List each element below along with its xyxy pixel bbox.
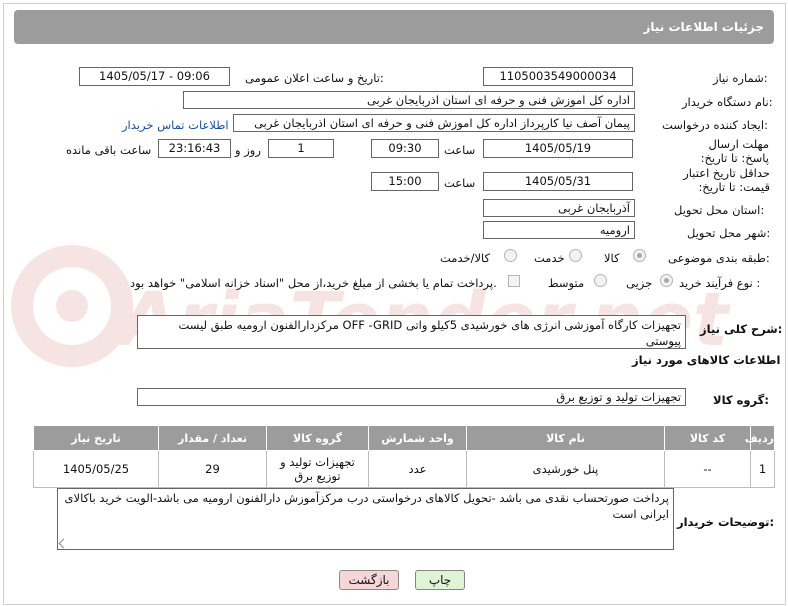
- goods-group-label: گروه کالا:: [713, 393, 769, 407]
- buyer-contact-link[interactable]: اطلاعات تماس خریدار: [122, 118, 229, 132]
- goods-table: ردیف کد کالا نام کالا واحد شمارش گروه کا…: [33, 425, 775, 488]
- price-time-label: ساعت: [444, 176, 476, 190]
- deadline-time-label: ساعت: [444, 143, 476, 157]
- col-header-item-code: کد کالا: [664, 425, 751, 451]
- days-label: روز و: [235, 143, 261, 157]
- category-service-radio[interactable]: [569, 249, 582, 262]
- province-label: استان محل تحویل:: [674, 203, 765, 217]
- process-partial-label: جزیی: [626, 276, 653, 290]
- remaining-time-field: 23:16:43: [158, 139, 231, 158]
- process-medium-radio[interactable]: [594, 274, 607, 287]
- cell-row-number: 1: [750, 450, 775, 488]
- announce-field: 1405/05/17 - 09:06: [79, 67, 230, 86]
- remaining-label: ساعت باقی مانده: [66, 143, 152, 157]
- category-goods-radio[interactable]: [633, 249, 646, 262]
- deadline-label: مهلت ارسال پاسخ: تا تاریخ:: [700, 137, 769, 165]
- process-label: نوع فرآیند خرید :: [679, 276, 761, 290]
- province-field: آذربایجان غربی: [483, 199, 635, 217]
- treasury-payment-checkbox[interactable]: [508, 275, 520, 287]
- col-header-group: گروه کالا: [266, 425, 369, 451]
- price-validity-label: حداقل تاریخ اعتبار قیمت: تا تاریخ:: [683, 166, 770, 194]
- cell-item-code: --: [664, 450, 751, 488]
- city-label: شهر محل تحویل:: [687, 226, 771, 240]
- col-header-item-name: نام کالا: [466, 425, 665, 451]
- buyer-label: نام دستگاه خریدار:: [682, 95, 773, 109]
- col-header-quantity: تعداد / مقدار: [158, 425, 267, 451]
- creator-field: پیمان آصف نیا کارپرداز اداره کل اموزش فن…: [233, 114, 635, 132]
- page-header: جزئیات اطلاعات نیاز: [14, 10, 774, 44]
- category-goods-service-label: کالا/خدمت: [440, 251, 491, 265]
- need-number-field: 1105003549000034: [483, 67, 633, 86]
- category-service-label: خدمت: [534, 251, 565, 265]
- col-header-need-date: تاریخ نیاز: [33, 425, 159, 451]
- need-number-label: شماره نیاز:: [713, 71, 768, 85]
- resize-handle-icon[interactable]: [58, 538, 69, 549]
- category-goods-service-radio[interactable]: [504, 249, 517, 262]
- cell-item-name: پنل خورشیدی: [466, 450, 665, 488]
- goods-group-field: تجهیزات تولید و توزیع برق: [137, 388, 686, 406]
- creator-label: ایجاد کننده درخواست:: [662, 118, 768, 132]
- cell-unit: عدد: [368, 450, 467, 488]
- print-button[interactable]: چاپ: [415, 570, 465, 590]
- process-medium-label: متوسط: [548, 276, 585, 290]
- col-header-row-number: ردیف: [745, 425, 775, 451]
- description-label: شرح کلی نیاز:: [700, 322, 783, 336]
- buyer-field: اداره کل اموزش فنی و حرفه ای استان اذربا…: [183, 91, 635, 109]
- price-time-field: 15:00: [371, 172, 439, 191]
- description-textarea[interactable]: تجهیزات کارگاه آموزشی انرژی های خورشیدی …: [137, 315, 686, 349]
- col-header-unit: واحد شمارش: [368, 425, 467, 451]
- back-button[interactable]: بازگشت: [339, 570, 399, 590]
- cell-quantity: 29: [158, 450, 267, 488]
- deadline-date-field: 1405/05/19: [483, 139, 633, 158]
- page-title: جزئیات اطلاعات نیاز: [643, 20, 764, 34]
- category-goods-label: کالا: [604, 251, 620, 265]
- goods-table-header: ردیف کد کالا نام کالا واحد شمارش گروه کا…: [33, 425, 775, 451]
- category-label: طبقه بندی موضوعی:: [668, 251, 770, 265]
- city-field: ارومیه: [483, 221, 635, 239]
- price-date-field: 1405/05/31: [483, 172, 633, 191]
- goods-info-title: اطلاعات کالاهای مورد نیاز: [632, 353, 781, 367]
- buyer-notes-label: توضیحات خریدار:: [677, 515, 775, 529]
- process-partial-radio[interactable]: [660, 274, 673, 287]
- announce-label: تاریخ و ساعت اعلان عمومی:: [245, 71, 384, 85]
- days-field: 1: [268, 139, 334, 158]
- deadline-time-field: 09:30: [371, 139, 439, 158]
- buyer-notes-text: پرداخت صورتحساب نقدی می باشد -تحویل کالا…: [64, 491, 669, 521]
- buyer-notes-textarea[interactable]: پرداخت صورتحساب نقدی می باشد -تحویل کالا…: [57, 488, 674, 550]
- table-row: 1 -- پنل خورشیدی عدد تجهیزات تولید و توز…: [33, 450, 775, 488]
- cell-need-date: 1405/05/25: [33, 450, 159, 488]
- treasury-payment-note: پرداخت تمام یا بخشی از مبلغ خرید،از محل …: [130, 276, 497, 290]
- cell-group: تجهیزات تولید و توزیع برق: [266, 450, 369, 488]
